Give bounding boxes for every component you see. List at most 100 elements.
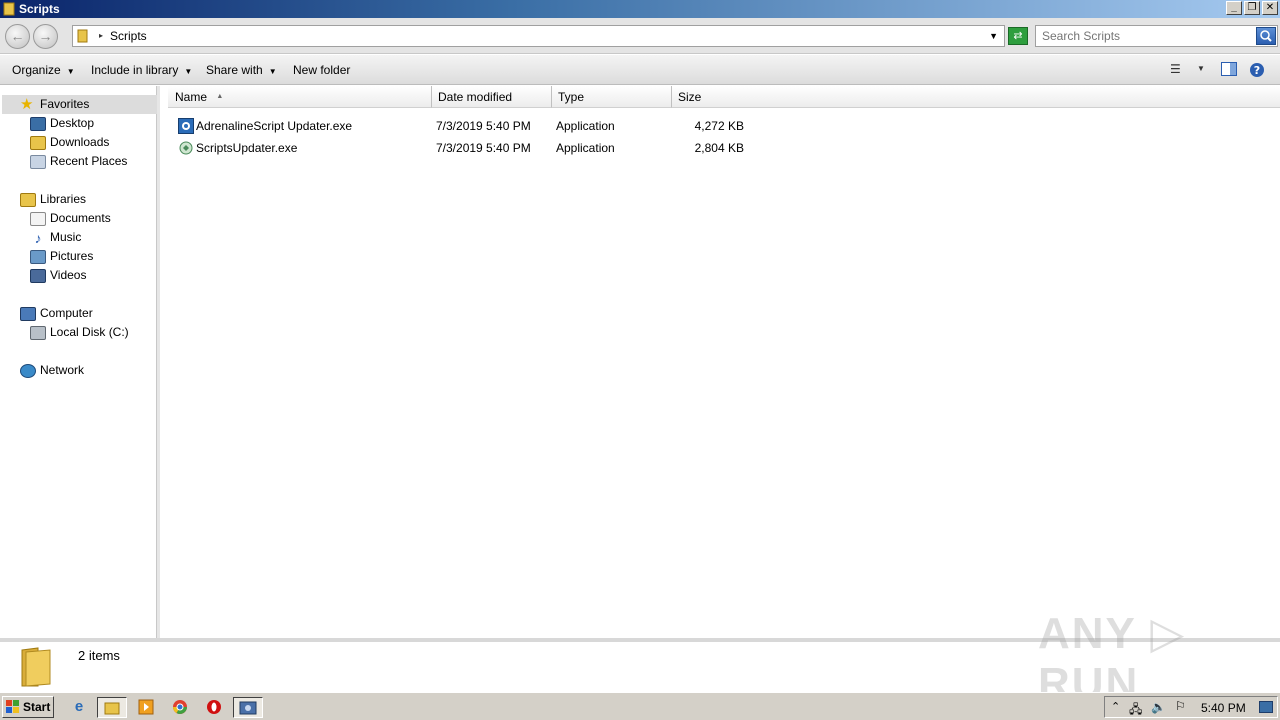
downloads-icon [30, 135, 46, 150]
nav-favorites[interactable]: ★ Favorites [2, 95, 157, 114]
file-type: Application [556, 119, 615, 133]
share-with-button[interactable]: Share with ▼ [206, 63, 277, 77]
nav-computer-label: Computer [40, 306, 93, 320]
folder-icon [3, 2, 15, 16]
nav-desktop-label: Desktop [50, 116, 95, 130]
nav-recent-places[interactable]: Recent Places [30, 152, 127, 171]
clock[interactable]: 5:40 PM [1201, 701, 1246, 715]
breadcrumb-scripts[interactable]: Scripts [110, 29, 147, 43]
show-hidden-icons-icon[interactable]: ⌃ [1111, 700, 1120, 713]
nav-music[interactable]: ♪ Music [30, 228, 82, 247]
search-icon[interactable] [1256, 27, 1276, 45]
network-icon [20, 363, 36, 378]
forward-button[interactable]: → [33, 24, 58, 49]
nav-pictures[interactable]: Pictures [30, 247, 93, 266]
documents-icon [30, 211, 46, 226]
nav-libraries[interactable]: Libraries [20, 190, 86, 209]
file-date: 7/3/2019 5:40 PM [436, 119, 531, 133]
chevron-down-icon: ▼ [268, 67, 277, 76]
taskbar-app[interactable] [233, 697, 263, 718]
taskbar-media-player[interactable] [131, 697, 161, 718]
column-header-date-modified[interactable]: Date modified [432, 86, 552, 108]
nav-pictures-label: Pictures [50, 249, 94, 263]
column-size-label: Size [678, 90, 702, 104]
music-icon: ♪ [34, 229, 42, 246]
show-desktop-icon[interactable] [1259, 701, 1273, 713]
new-folder-button[interactable]: New folder [293, 63, 350, 77]
column-header-name[interactable]: Name ▲ [168, 86, 432, 108]
taskbar-opera[interactable] [199, 697, 229, 718]
help-icon[interactable]: ? [1249, 62, 1265, 81]
folder-icon [21, 647, 51, 687]
nav-downloads[interactable]: Downloads [30, 133, 109, 152]
column-date-label: Date modified [438, 90, 513, 104]
table-row[interactable]: ScriptsUpdater.exe 7/3/2019 5:40 PM Appl… [172, 138, 772, 158]
volume-icon[interactable]: 🔈 [1151, 700, 1166, 714]
videos-icon [30, 268, 46, 283]
network-tray-icon[interactable]: 🖧 [1129, 700, 1142, 720]
include-in-library-button[interactable]: Include in library ▼ [91, 63, 192, 77]
address-dropdown-icon[interactable]: ▼ [989, 31, 998, 41]
action-center-flag-icon[interactable]: ⚐ [1175, 699, 1186, 713]
column-type-label: Type [558, 90, 585, 104]
nav-documents[interactable]: Documents [30, 209, 111, 228]
file-size: 2,804 KB [694, 141, 744, 155]
nav-network[interactable]: Network [20, 361, 84, 380]
breadcrumb-arrow-icon[interactable]: ▸ [99, 31, 103, 40]
nav-music-label: Music [50, 230, 82, 244]
nav-desktop[interactable]: Desktop [30, 114, 94, 133]
app-window-icon [239, 701, 257, 715]
column-header-type[interactable]: Type [552, 86, 672, 108]
local-disk-icon [30, 325, 46, 340]
table-row[interactable]: AdrenalineScript Updater.exe 7/3/2019 5:… [172, 116, 772, 136]
chevron-down-icon: ▼ [66, 67, 75, 76]
restore-button[interactable]: ❐ [1244, 1, 1260, 15]
nav-downloads-label: Downloads [50, 135, 110, 149]
folder-icon [77, 29, 88, 43]
file-name: AdrenalineScript Updater.exe [196, 119, 353, 133]
nav-computer[interactable]: Computer [20, 304, 93, 323]
address-bar[interactable]: ▸ Scripts ▼ [72, 25, 1005, 47]
column-header-size[interactable]: Size [672, 86, 752, 108]
include-in-library-label: Include in library [91, 63, 179, 77]
nav-local-disk[interactable]: Local Disk (C:) [30, 323, 129, 342]
nav-documents-label: Documents [50, 211, 111, 225]
internet-explorer-icon: e [74, 698, 84, 715]
address-row: ← → ▸ Scripts ▼ ⇄ [0, 18, 1280, 54]
taskbar-internet-explorer[interactable]: e [64, 697, 94, 718]
nav-libraries-label: Libraries [40, 192, 87, 206]
close-button[interactable]: ✕ [1262, 1, 1278, 15]
organize-button[interactable]: Organize ▼ [12, 63, 75, 77]
preview-pane-icon[interactable] [1221, 62, 1237, 79]
search-box[interactable] [1035, 25, 1278, 47]
nav-videos[interactable]: Videos [30, 266, 86, 285]
file-type: Application [556, 141, 615, 155]
taskbar-explorer[interactable] [97, 697, 127, 718]
application-icon [178, 118, 194, 134]
system-tray: ⌃ 🖧 🔈 ⚐ 5:40 PM [1104, 696, 1278, 718]
window-title: Scripts [19, 2, 60, 16]
nav-favorites-label: Favorites [40, 97, 90, 111]
file-size: 4,272 KB [694, 119, 744, 133]
sort-ascending-icon: ▲ [216, 93, 224, 100]
share-with-label: Share with [206, 63, 263, 77]
file-name: ScriptsUpdater.exe [196, 141, 298, 155]
command-bar: Organize ▼ Include in library ▼ Share with… [0, 55, 1280, 85]
nav-local-disk-label: Local Disk (C:) [50, 325, 129, 339]
search-input[interactable] [1036, 26, 1254, 46]
pictures-icon [30, 249, 46, 264]
view-options-icon[interactable]: ☰ [1170, 62, 1181, 76]
start-button[interactable]: Start [2, 696, 54, 718]
windows-logo-icon [6, 700, 19, 713]
nav-network-label: Network [40, 363, 85, 377]
nav-recent-places-label: Recent Places [50, 154, 128, 168]
taskbar-chrome[interactable] [165, 697, 195, 718]
minimize-button[interactable]: _ [1226, 1, 1242, 15]
navigation-pane: ★ Favorites Desktop Downloads Recent Plac… [0, 86, 157, 638]
back-button[interactable]: ← [5, 24, 30, 49]
desktop-icon [30, 116, 46, 131]
file-date: 7/3/2019 5:40 PM [436, 141, 531, 155]
taskbar: Start e ⌃ 🖧 🔈 ⚐ 5:40 PM [0, 692, 1280, 720]
view-dropdown-icon[interactable]: ▼ [1197, 64, 1205, 73]
refresh-button[interactable]: ⇄ [1008, 27, 1028, 45]
